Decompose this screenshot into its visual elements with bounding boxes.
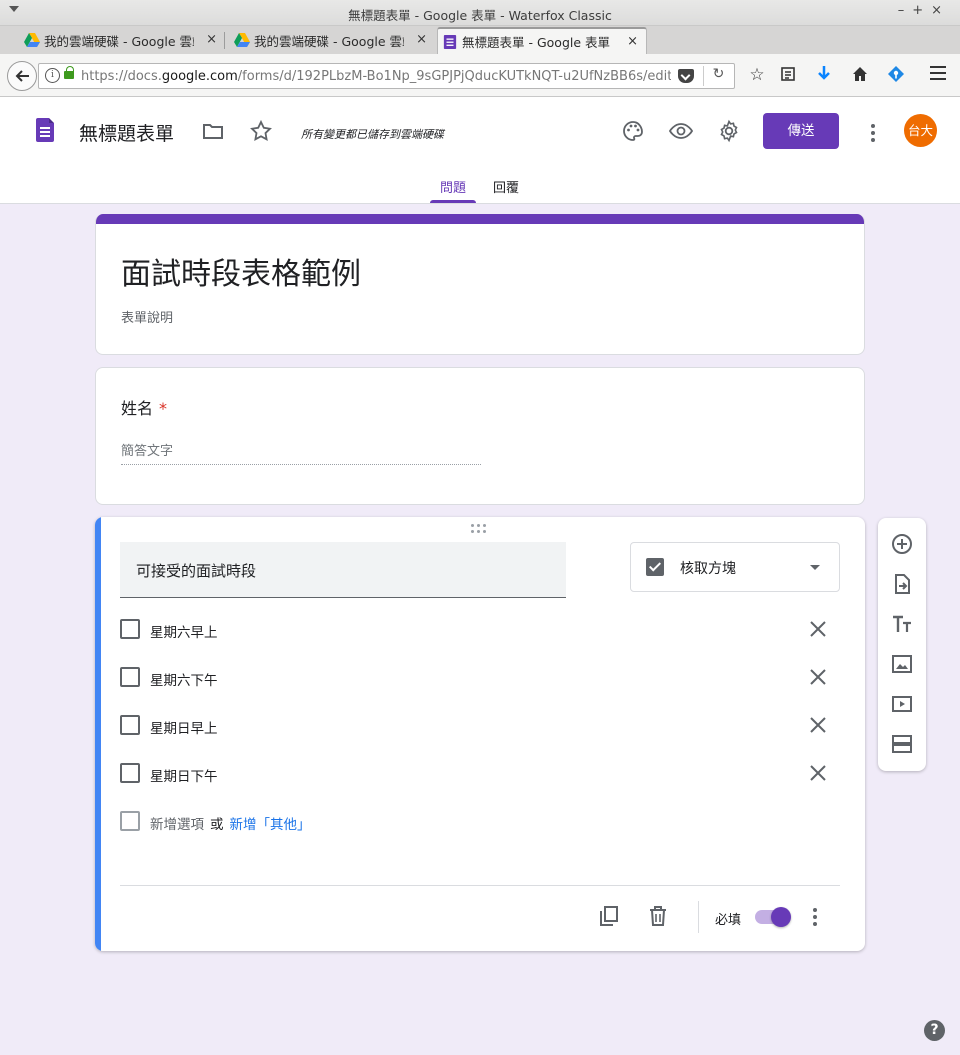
delete-trash-icon[interactable] <box>646 904 670 928</box>
option-row[interactable]: 星期日早上 <box>120 713 840 737</box>
account-avatar[interactable]: 台大 <box>904 114 937 147</box>
question-title: 姓名 * <box>121 399 168 418</box>
option-label[interactable]: 星期六下午 <box>150 669 218 689</box>
option-row[interactable]: 星期六早上 <box>120 617 840 641</box>
tab-questions[interactable]: 問題 <box>429 177 477 203</box>
add-option-row: 新增選項或新增「其他」 <box>120 809 840 833</box>
close-tab-icon[interactable]: × <box>627 34 638 49</box>
add-option-link[interactable]: 新增選項 <box>150 817 204 833</box>
form-description[interactable]: 表單說明 <box>121 307 173 326</box>
footer-separator <box>698 901 699 933</box>
option-label[interactable]: 星期日早上 <box>150 717 218 737</box>
remove-option-icon[interactable] <box>806 713 830 737</box>
duplicate-icon[interactable] <box>597 904 621 928</box>
checkbox-icon <box>120 715 140 735</box>
pocket-icon[interactable] <box>678 69 694 83</box>
question-more-options-icon[interactable] <box>813 908 817 926</box>
google-drive-icon <box>234 33 250 47</box>
required-toggle[interactable] <box>755 907 791 927</box>
add-image-icon[interactable] <box>890 652 914 676</box>
help-icon[interactable]: ? <box>924 1020 945 1041</box>
window-titlebar: 無標題表單 - Google 表單 - Waterfox Classic –+× <box>0 0 960 26</box>
form-tabs: 問題 回覆 <box>0 177 960 204</box>
palette-icon[interactable] <box>621 119 645 143</box>
question-card-name[interactable]: 姓名 * 簡答文字 <box>95 367 865 505</box>
tab-label: 我的雲端硬碟 - Google 雲端 <box>44 34 194 49</box>
more-options-icon[interactable] <box>871 124 875 142</box>
url-bar[interactable]: i https://docs.google.com/forms/d/192PLb… <box>38 63 735 89</box>
tab-label: 我的雲端硬碟 - Google 雲端 <box>254 34 404 49</box>
tab-strip: 我的雲端硬碟 - Google 雲端 × 我的雲端硬碟 - Google 雲端 … <box>0 26 960 76</box>
reading-list-icon[interactable] <box>777 65 799 88</box>
question-type-label: 核取方塊 <box>680 561 736 577</box>
home-icon[interactable] <box>849 65 871 88</box>
toggle-knob <box>771 907 791 927</box>
active-question-indicator <box>95 517 101 951</box>
send-button[interactable]: 傳送 <box>763 113 839 149</box>
site-info-icon[interactable]: i <box>45 68 60 83</box>
tab-responses[interactable]: 回覆 <box>493 177 519 196</box>
preview-eye-icon[interactable] <box>669 119 693 143</box>
option-label[interactable]: 星期日下午 <box>150 765 218 785</box>
close-tab-icon[interactable]: × <box>416 32 427 47</box>
browser-tab-drive-2[interactable]: 我的雲端硬碟 - Google 雲端 × <box>230 27 435 54</box>
window-controls[interactable]: –+× <box>898 3 950 18</box>
browser-tab-drive-1[interactable]: 我的雲端硬碟 - Google 雲端 × <box>20 27 225 54</box>
checkbox-icon <box>120 811 140 831</box>
short-answer-placeholder: 簡答文字 <box>121 440 481 465</box>
theme-accent-bar <box>96 214 864 224</box>
settings-gear-icon[interactable] <box>717 119 741 143</box>
option-label[interactable]: 星期六早上 <box>150 621 218 641</box>
required-label: 必填 <box>715 913 742 928</box>
reload-button[interactable]: ↻ <box>703 66 733 86</box>
extension-icon[interactable] <box>885 65 907 88</box>
document-title[interactable]: 無標題表單 <box>79 119 174 146</box>
remove-option-icon[interactable] <box>806 761 830 785</box>
required-asterisk: * <box>159 399 168 418</box>
add-other-link[interactable]: 新增「其他」 <box>230 817 311 833</box>
dropdown-arrow-icon <box>810 565 820 570</box>
question-footer-divider <box>120 885 840 886</box>
add-question-icon[interactable] <box>890 532 914 556</box>
remove-option-icon[interactable] <box>806 665 830 689</box>
back-button[interactable] <box>7 61 37 91</box>
question-title-input[interactable]: 可接受的面試時段 <box>120 542 566 598</box>
side-toolbar <box>878 518 926 771</box>
add-video-icon[interactable] <box>890 692 914 716</box>
checkbox-type-icon <box>646 558 664 576</box>
add-title-description-icon[interactable] <box>890 612 914 636</box>
remove-option-icon[interactable] <box>806 617 830 641</box>
browser-tab-forms[interactable]: 無標題表單 - Google 表單 × <box>437 27 647 54</box>
url-text[interactable]: https://docs.google.com/forms/d/192PLbzM… <box>81 69 671 84</box>
option-row[interactable]: 星期日下午 <box>120 761 840 785</box>
navigation-bar: i https://docs.google.com/forms/d/192PLb… <box>0 54 960 97</box>
question-type-dropdown[interactable]: 核取方塊 <box>630 542 840 592</box>
form-title-card[interactable]: 面試時段表格範例 表單說明 <box>95 214 865 355</box>
save-status: 所有變更都已儲存到雲端硬碟 <box>301 128 444 141</box>
option-row[interactable]: 星期六下午 <box>120 665 840 689</box>
checkbox-icon <box>120 619 140 639</box>
star-icon[interactable] <box>249 119 273 143</box>
forms-app-header: 無標題表單 所有變更都已儲存到雲端硬碟 傳送 台大 問題 回覆 <box>0 97 960 204</box>
form-title[interactable]: 面試時段表格範例 <box>121 249 361 293</box>
checkbox-icon <box>120 667 140 687</box>
download-icon[interactable] <box>813 65 835 88</box>
checkbox-icon <box>120 763 140 783</box>
back-arrow-icon <box>15 70 29 82</box>
drag-handle-icon[interactable] <box>471 524 489 534</box>
google-forms-icon <box>443 35 457 49</box>
question-card-checkbox[interactable]: 可接受的面試時段 核取方塊 星期六早上 星期六下午 星期日早上 星期日下午 新增… <box>95 517 865 951</box>
folder-icon[interactable] <box>201 119 225 143</box>
import-questions-icon[interactable] <box>890 572 914 596</box>
google-drive-icon <box>24 33 40 47</box>
or-text: 或 <box>210 817 224 833</box>
hamburger-menu-icon[interactable] <box>927 65 949 86</box>
google-forms-logo-icon[interactable] <box>36 118 54 142</box>
lock-icon <box>64 66 74 79</box>
add-section-icon[interactable] <box>890 732 914 756</box>
window-title: 無標題表單 - Google 表單 - Waterfox Classic <box>348 8 612 23</box>
tab-label: 無標題表單 - Google 表單 <box>462 35 611 50</box>
bookmark-star-icon[interactable]: ☆ <box>746 65 768 85</box>
close-tab-icon[interactable]: × <box>206 32 217 47</box>
